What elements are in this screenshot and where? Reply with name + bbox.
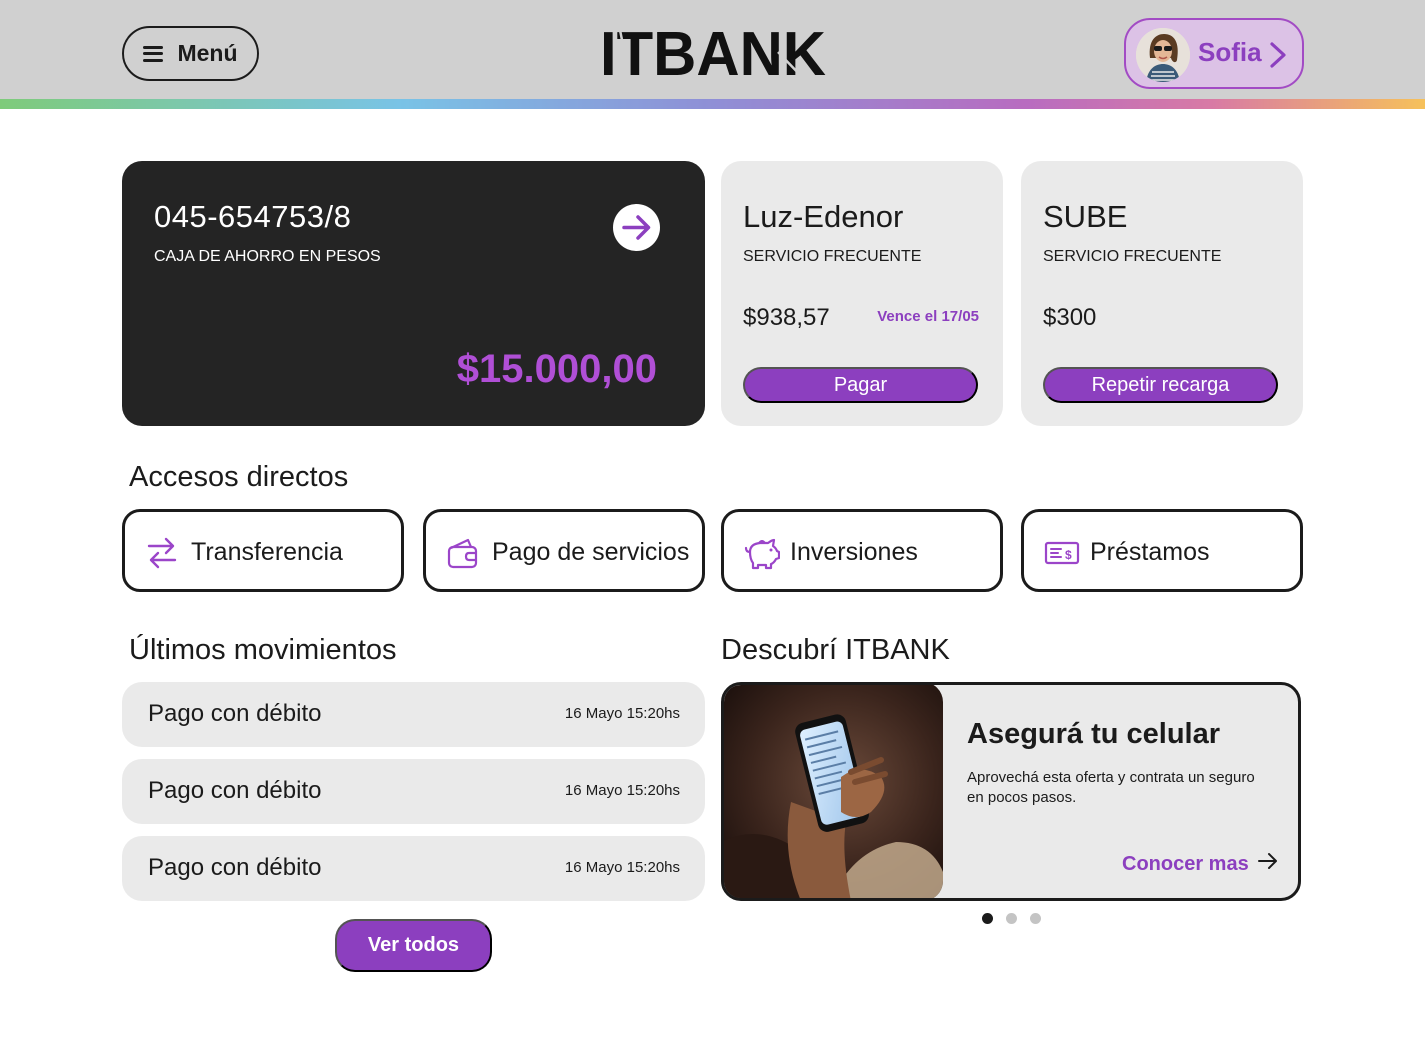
loan-icon: $ (1044, 536, 1080, 570)
promo-card[interactable]: Asegurá tu celular Aprovechá esta oferta… (721, 682, 1301, 901)
shortcut-investments[interactable]: Inversiones (721, 509, 1003, 592)
account-type: CAJA DE AHORRO EN PESOS (154, 248, 381, 265)
pay-button[interactable]: Pagar (743, 367, 978, 403)
service-amount: $300 (1043, 304, 1097, 331)
movement-date: 16 Mayo 15:20hs (564, 782, 680, 799)
shortcut-loans[interactable]: $ Préstamos (1021, 509, 1303, 592)
movement-description: Pago con débito (148, 700, 322, 727)
carousel-dot[interactable] (982, 913, 993, 924)
hamburger-icon (143, 45, 164, 62)
service-type: SERVICIO FRECUENTE (743, 248, 922, 265)
svg-text:$: $ (1065, 548, 1072, 562)
piggy-bank-icon (744, 536, 781, 570)
profile-button[interactable]: Sofia (1124, 18, 1304, 89)
movement-date: 16 Mayo 15:20hs (564, 859, 680, 876)
movement-row[interactable]: Pago con débito 16 Mayo 15:20hs (122, 682, 705, 747)
movement-row[interactable]: Pago con débito 16 Mayo 15:20hs (122, 836, 705, 901)
service-type: SERVICIO FRECUENTE (1043, 248, 1222, 265)
chevron-right-icon (1266, 40, 1290, 70)
movements-title: Últimos movimientos (129, 634, 397, 666)
carousel-indicators (982, 913, 1041, 924)
movement-description: Pago con débito (148, 777, 322, 804)
arrow-right-icon[interactable] (613, 204, 660, 251)
shortcut-label: Transferencia (191, 538, 343, 566)
account-card[interactable]: 045-654753/8 CAJA DE AHORRO EN PESOS $15… (122, 161, 705, 426)
shortcut-services-payment[interactable]: Pago de servicios (423, 509, 705, 592)
transfer-icon (145, 536, 179, 570)
user-name: Sofia (1198, 37, 1262, 67)
phone-photo (724, 685, 943, 898)
menu-label: Menú (177, 40, 238, 66)
account-number: 045-654753/8 (154, 199, 352, 234)
shortcut-transfer[interactable]: Transferencia (122, 509, 404, 592)
shortcut-label: Pago de servicios (492, 538, 690, 566)
view-all-button[interactable]: Ver todos (335, 919, 492, 972)
service-name: SUBE (1043, 199, 1128, 234)
arrow-right-icon (1257, 851, 1279, 877)
service-amount: $938,57 (743, 304, 830, 331)
account-balance: $15.000,00 (456, 347, 657, 391)
service-name: Luz-Edenor (743, 199, 904, 234)
service-card-sube: SUBE SERVICIO FRECUENTE $300 Repetir rec… (1021, 161, 1303, 426)
discover-title: Descubrí ITBANK (721, 634, 950, 666)
promo-title: Asegurá tu celular (967, 718, 1221, 750)
logo-text: ITBANK (600, 22, 826, 80)
shortcuts-title: Accesos directos (129, 461, 349, 493)
carousel-dot[interactable] (1006, 913, 1017, 924)
promo-text: Aprovechá esta oferta y contrata un segu… (967, 769, 1255, 806)
service-due-date: Vence el 17/05 (877, 308, 979, 325)
movement-description: Pago con débito (148, 854, 322, 881)
carousel-dot[interactable] (1030, 913, 1041, 924)
shortcut-label: Inversiones (790, 538, 918, 566)
header-gradient-bar (0, 99, 1425, 109)
shortcut-label: Préstamos (1090, 538, 1210, 566)
user-avatar (1136, 28, 1190, 82)
learn-more-link[interactable]: Conocer mas (1122, 851, 1279, 877)
service-card-edenor: Luz-Edenor SERVICIO FRECUENTE $938,57 Ve… (721, 161, 1003, 426)
repeat-recharge-button[interactable]: Repetir recarga (1043, 367, 1278, 403)
movement-row[interactable]: Pago con débito 16 Mayo 15:20hs (122, 759, 705, 824)
wallet-icon (446, 536, 480, 570)
learn-more-label: Conocer mas (1122, 852, 1249, 875)
itbank-logo[interactable]: ITBANK (600, 20, 826, 89)
menu-button[interactable]: Menú (122, 26, 259, 81)
movement-date: 16 Mayo 15:20hs (564, 705, 680, 722)
